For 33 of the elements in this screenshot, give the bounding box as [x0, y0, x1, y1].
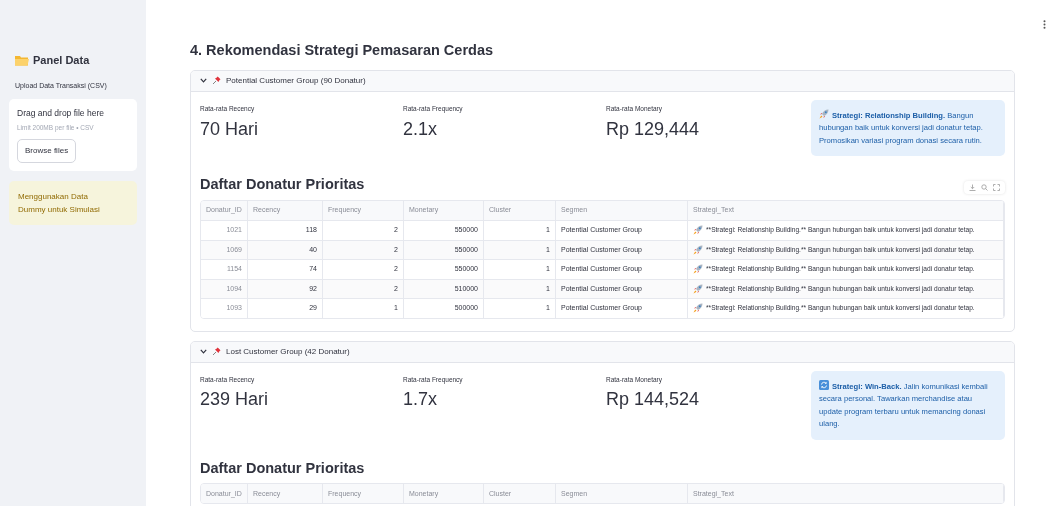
- metric-value: 2.1x: [403, 117, 439, 141]
- expander-title: Lost Customer Group (42 Donatur): [226, 345, 350, 358]
- rocket-icon: [693, 283, 703, 294]
- expander-title: Potential Customer Group (90 Donatur): [226, 74, 366, 87]
- folder-icon: [15, 54, 29, 67]
- expander-header[interactable]: Lost Customer Group (42 Donatur): [191, 341, 1014, 363]
- rocket-icon: [819, 108, 829, 119]
- chevron-down-icon: [200, 349, 207, 354]
- info-notice: Menggunakan Data Dummy untuk Simulasi: [9, 180, 137, 225]
- search-icon[interactable]: [981, 184, 988, 191]
- pin-icon: [212, 347, 221, 356]
- rocket-icon: [693, 244, 703, 255]
- rocket-icon: [693, 303, 703, 314]
- metric-value: 1.7x: [403, 388, 439, 412]
- fullscreen-icon[interactable]: [993, 184, 1000, 191]
- browse-files-button[interactable]: Browse files: [17, 138, 77, 163]
- pin-icon: [212, 76, 221, 86]
- metric-value: 70 Hari: [200, 117, 260, 141]
- sidebar-title: Panel Data: [33, 53, 90, 68]
- rocket-icon: [693, 225, 703, 236]
- download-icon[interactable]: [969, 184, 976, 191]
- rocket-icon: [693, 264, 703, 275]
- menu-icon[interactable]: [1043, 20, 1046, 29]
- refresh-icon: [819, 379, 829, 390]
- expander-header[interactable]: Potential Customer Group (90 Donatur): [191, 70, 1014, 92]
- section-heading: Daftar Donatur Prioritas: [200, 458, 365, 478]
- section-heading: Daftar Donatur Prioritas: [200, 175, 365, 195]
- metric-value: 239 Hari: [200, 388, 270, 412]
- metric-value: Rp 129,444: [606, 117, 701, 141]
- dropzone-text: Drag and drop file here: [17, 107, 104, 120]
- chevron-down-icon: [200, 78, 207, 84]
- page-title: 4. Rekomendasi Strategi Pemasaran Cerdas: [190, 41, 495, 60]
- metric-value: Rp 144,524: [606, 388, 701, 412]
